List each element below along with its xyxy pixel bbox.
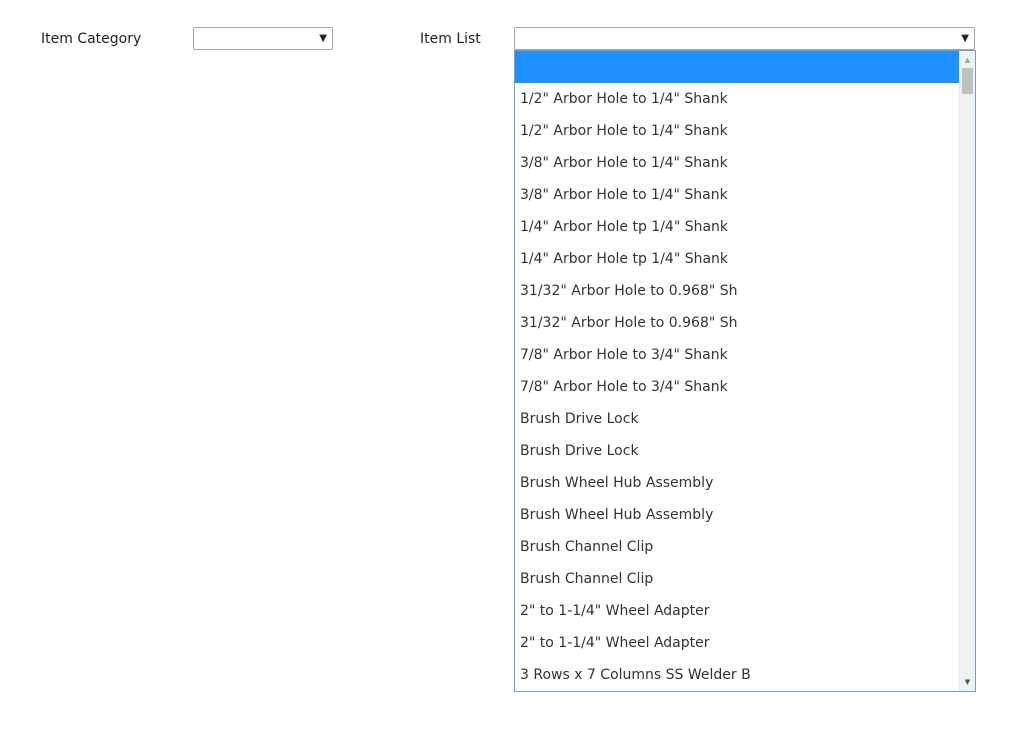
item-list-label: Item List [420, 31, 481, 47]
item-category-select[interactable]: ▼ [193, 27, 333, 50]
item-category-label: Item Category [41, 31, 142, 47]
chevron-down-icon: ▼ [961, 33, 969, 44]
dropdown-option[interactable]: 31/32" Arbor Hole to 0.968" Sh [515, 275, 959, 307]
dropdown-option[interactable]: 1/2" Arbor Hole to 1/4" Shank [515, 83, 959, 115]
dropdown-option[interactable]: 1/2" Arbor Hole to 1/4" Shank [515, 115, 959, 147]
dropdown-option[interactable]: 1/4" Arbor Hole tp 1/4" Shank [515, 243, 959, 275]
dropdown-option[interactable]: 2" to 1-1/4" Wheel Adapter [515, 595, 959, 627]
scroll-up-icon[interactable]: ▲ [960, 53, 975, 67]
chevron-down-icon: ▼ [319, 33, 327, 44]
dropdown-option[interactable]: 7/8" Arbor Hole to 3/4" Shank [515, 339, 959, 371]
dropdown-option[interactable] [515, 51, 959, 83]
item-list-dropdown[interactable]: 1/2" Arbor Hole to 1/4" Shank 1/2" Arbor … [514, 50, 976, 692]
dropdown-option[interactable]: 1/4" Arbor Hole tp 1/4" Shank [515, 211, 959, 243]
item-list-select[interactable]: ▼ [514, 27, 975, 50]
dropdown-option[interactable]: 3 Rows x 7 Columns SS Welder B [515, 659, 959, 691]
dropdown-option[interactable]: Brush Wheel Hub Assembly [515, 467, 959, 499]
dropdown-option[interactable]: 3/8" Arbor Hole to 1/4" Shank [515, 179, 959, 211]
dropdown-option[interactable]: Brush Wheel Hub Assembly [515, 499, 959, 531]
dropdown-option[interactable]: Brush Channel Clip [515, 531, 959, 563]
dropdown-option[interactable]: Brush Channel Clip [515, 563, 959, 595]
scrollbar[interactable]: ▲ ▼ [959, 51, 975, 691]
dropdown-option[interactable]: 2" to 1-1/4" Wheel Adapter [515, 627, 959, 659]
dropdown-option[interactable]: 3/8" Arbor Hole to 1/4" Shank [515, 147, 959, 179]
dropdown-option[interactable]: 7/8" Arbor Hole to 3/4" Shank [515, 371, 959, 403]
dropdown-options: 1/2" Arbor Hole to 1/4" Shank 1/2" Arbor … [515, 51, 959, 691]
dropdown-option[interactable]: 31/32" Arbor Hole to 0.968" Sh [515, 307, 959, 339]
dropdown-option[interactable]: Brush Drive Lock [515, 435, 959, 467]
scrollbar-thumb[interactable] [962, 68, 973, 94]
scroll-down-icon[interactable]: ▼ [960, 675, 975, 689]
dropdown-option[interactable]: Brush Drive Lock [515, 403, 959, 435]
